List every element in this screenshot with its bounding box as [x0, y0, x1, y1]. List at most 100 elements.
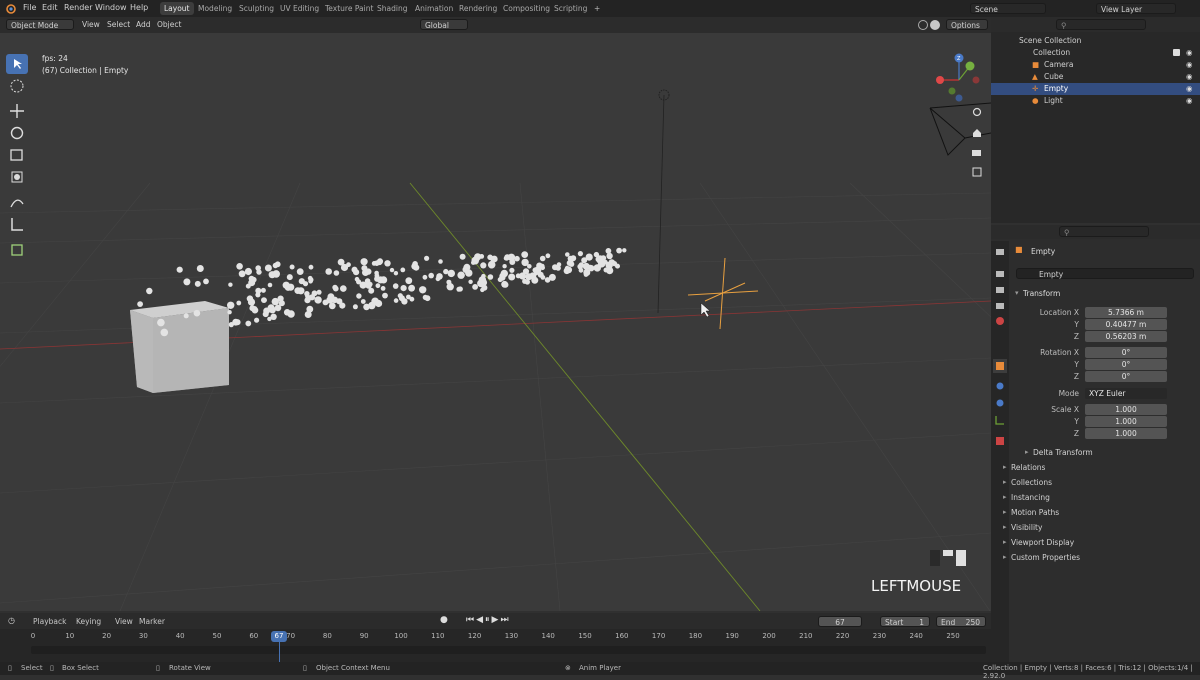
delta-transform-section[interactable]: Delta Transform	[1025, 448, 1093, 457]
scale-y-field[interactable]: 1.000	[1085, 416, 1167, 427]
particle	[382, 292, 388, 299]
playback-controls-icon[interactable]: ⏮◀⏸▶⏭	[466, 615, 511, 625]
collections-section[interactable]: Collections	[1003, 478, 1052, 487]
outliner-row-cube[interactable]: ▲ Cube ◉	[991, 71, 1200, 83]
blender-logo-icon[interactable]	[5, 3, 16, 14]
options-button[interactable]: Options	[946, 19, 988, 30]
timeline-scrollbar[interactable]	[31, 646, 986, 654]
particle	[268, 271, 276, 279]
frame-tick-label: 50	[212, 632, 222, 640]
menu-object[interactable]: Object	[157, 20, 181, 29]
object-name-field[interactable]: Empty	[1016, 268, 1194, 279]
custom-properties-section[interactable]: Custom Properties	[1003, 553, 1080, 562]
particle	[328, 302, 336, 310]
eye-icon[interactable]: ◉	[1186, 59, 1193, 71]
empty-object[interactable]	[687, 257, 759, 330]
keystroke-display: LEFTMOUSE	[871, 577, 962, 595]
scene-selector[interactable]: Scene	[970, 3, 1046, 14]
menu-window[interactable]: Window	[95, 3, 127, 12]
chevron-down-icon[interactable]: ▾	[1015, 289, 1019, 297]
outliner-row-collection[interactable]: Collection ◉	[991, 47, 1200, 59]
frame-ruler[interactable]: 0 10 20 30 40 50 60 70 80 90 100 110 120 130 140 150 160…	[0, 631, 991, 643]
navigation-gizmo[interactable]: Z	[930, 53, 980, 109]
add-cube-tool[interactable]	[6, 239, 28, 259]
menu-select[interactable]: Select	[107, 20, 130, 29]
tab-texture-paint[interactable]: Texture Paint	[321, 2, 377, 15]
tab-scripting[interactable]: Scripting	[550, 2, 591, 15]
status-anim-player[interactable]: Anim Player	[579, 664, 621, 672]
start-frame-field[interactable]: Start 1	[880, 616, 930, 627]
playhead[interactable]: 67	[271, 631, 287, 642]
shading-solid-icon[interactable]	[930, 20, 940, 30]
annotate-tool[interactable]	[6, 192, 28, 212]
transform-section-title[interactable]: Transform	[1023, 289, 1060, 298]
checkbox-icon[interactable]	[1173, 49, 1180, 56]
menu-help[interactable]: Help	[130, 3, 148, 12]
tab-sculpting[interactable]: Sculpting	[235, 2, 278, 15]
outliner-row-camera[interactable]: ■ Camera ◉	[991, 59, 1200, 71]
scale-x-field[interactable]: 1.000	[1085, 404, 1167, 415]
cube-object[interactable]	[130, 301, 229, 393]
menu-edit[interactable]: Edit	[42, 3, 58, 12]
menu-file[interactable]: File	[23, 3, 36, 12]
orientation-selector[interactable]: Global	[420, 19, 468, 30]
menu-playback[interactable]: Playback	[33, 617, 66, 626]
menu-marker[interactable]: Marker	[139, 617, 165, 626]
eye-icon[interactable]: ◉	[1186, 47, 1193, 59]
view-layer-selector[interactable]: View Layer	[1096, 3, 1176, 14]
3d-viewport[interactable]: fps: 24 (67) Collection | Empty Z LEFTMO…	[0, 33, 991, 611]
tab-layout[interactable]: Layout	[160, 2, 194, 15]
tab-uv-editing[interactable]: UV Editing	[276, 2, 323, 15]
menu-render[interactable]: Render	[64, 3, 92, 12]
outliner-row-scene-collection[interactable]: Scene Collection	[991, 35, 1200, 47]
record-icon[interactable]: ●	[440, 615, 448, 625]
instancing-section[interactable]: Instancing	[1003, 493, 1050, 502]
tab-shading[interactable]: Shading	[373, 2, 411, 15]
menu-keying[interactable]: Keying	[76, 617, 101, 626]
scale-z-field[interactable]: 1.000	[1085, 428, 1167, 439]
visibility-section[interactable]: Visibility	[1003, 523, 1043, 532]
location-z-field[interactable]: 0.56203 m	[1085, 331, 1167, 342]
eye-icon[interactable]: ◉	[1186, 83, 1193, 95]
outliner-row-empty[interactable]: ✛ Empty ◉	[991, 83, 1200, 95]
viewport-nav-icons[interactable]	[970, 105, 984, 185]
outliner-row-light[interactable]: ● Light ◉	[991, 95, 1200, 107]
tab-modeling[interactable]: Modeling	[194, 2, 236, 15]
tab-animation[interactable]: Animation	[411, 2, 457, 15]
eye-icon[interactable]: ◉	[1186, 95, 1193, 107]
rotation-y-field[interactable]: 0°	[1085, 359, 1167, 370]
properties-search-input[interactable]: ⚲	[1059, 226, 1149, 237]
cursor-tool[interactable]	[6, 76, 28, 96]
measure-tool[interactable]	[6, 214, 28, 234]
rotate-tool[interactable]	[6, 123, 28, 143]
tab-rendering[interactable]: Rendering	[455, 2, 501, 15]
menu-add[interactable]: Add	[136, 20, 151, 29]
frame-tick-label: 140	[541, 632, 555, 640]
rotation-z-field[interactable]: 0°	[1085, 371, 1167, 382]
rotation-x-field[interactable]: 0°	[1085, 347, 1167, 358]
location-y-field[interactable]: 0.40477 m	[1085, 319, 1167, 330]
viewport-display-section[interactable]: Viewport Display	[1003, 538, 1074, 547]
select-box-tool[interactable]	[6, 54, 28, 74]
outliner-search-input[interactable]: ⚲	[1056, 19, 1146, 30]
eye-icon[interactable]: ◉	[1186, 71, 1193, 83]
location-x-field[interactable]: 5.7366 m	[1085, 307, 1167, 318]
menu-view[interactable]: View	[82, 20, 100, 29]
clock-icon[interactable]: ◷	[8, 616, 15, 625]
cancel-icon[interactable]: ⊗	[565, 664, 571, 672]
end-frame-field[interactable]: End 250	[936, 616, 986, 627]
menu-view-timeline[interactable]: View	[115, 617, 133, 626]
motion-paths-section[interactable]: Motion Paths	[1003, 508, 1059, 517]
scale-tool[interactable]	[6, 145, 28, 165]
particle	[480, 262, 487, 269]
transform-tool[interactable]	[6, 167, 28, 187]
rotation-mode-select[interactable]: XYZ Euler	[1085, 388, 1167, 399]
frame-tick-label: 160	[615, 632, 629, 640]
shading-wireframe-icon[interactable]	[918, 20, 928, 30]
current-frame-field[interactable]: 67	[818, 616, 862, 627]
tab-compositing[interactable]: Compositing	[499, 2, 554, 15]
mode-selector[interactable]: Object Mode	[6, 19, 74, 30]
add-workspace-icon[interactable]: +	[590, 2, 604, 15]
relations-section[interactable]: Relations	[1003, 463, 1046, 472]
move-tool[interactable]	[6, 101, 28, 121]
